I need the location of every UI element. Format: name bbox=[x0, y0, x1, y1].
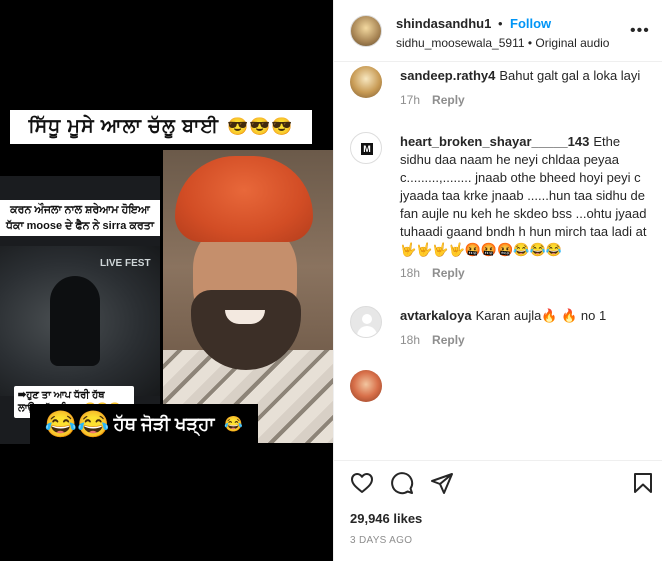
bookmark-icon[interactable] bbox=[631, 471, 655, 495]
author-avatar[interactable] bbox=[350, 15, 382, 47]
post-media[interactable]: ਸਿੱਧੂ ਮੂਸੇ ਆਲਾ ਚੱਲੂ ਬਾਈ 😎😎😎 ਕਰਨ ਔਜਲਾ ਨਾਲ… bbox=[0, 0, 333, 561]
comment-body: avtarkaloya Karan aujla🔥 🔥 no 1 bbox=[400, 307, 650, 325]
comment-body: sandeep.rathy4 Bahut galt gal a loka layi bbox=[400, 67, 650, 85]
follow-button[interactable]: Follow bbox=[510, 16, 551, 31]
post-actions: 29,946 likes 3 DAYS AGO bbox=[334, 460, 662, 561]
video-title-text: ਸਿੱਧੂ ਮੂਸੇ ਆਲਾ ਚੱਲੂ ਬਾਈ bbox=[28, 116, 220, 137]
post-side-panel: shindasandhu1 • Follow sidhu_moosewala_5… bbox=[333, 0, 662, 561]
avatar-letter-m: M bbox=[361, 143, 373, 155]
video-title-emoji: 😎😎😎 bbox=[227, 117, 294, 136]
reply-button[interactable]: Reply bbox=[432, 266, 465, 280]
commenter-avatar[interactable]: ♥ M bbox=[350, 132, 382, 164]
comment-meta: 17h Reply bbox=[400, 93, 465, 107]
more-options-icon[interactable]: ••• bbox=[630, 22, 649, 40]
post-header: shindasandhu1 • Follow sidhu_moosewala_5… bbox=[334, 0, 662, 62]
bottom-caption-emoji: 😂😂 bbox=[44, 408, 110, 439]
news-clip-text: ਕਰਨ ਔਜਲਾ ਨਾਲ ਸ਼ਰੇਆਮ ਹੋਇਆ ਧੱਕਾ moose ਦੇ ਫ… bbox=[0, 200, 160, 236]
commenter-avatar[interactable] bbox=[350, 66, 382, 98]
reply-button[interactable]: Reply bbox=[432, 93, 465, 107]
turban bbox=[175, 156, 313, 242]
commenter-username[interactable]: sandeep.rathy4 bbox=[400, 68, 495, 83]
comment-time: 18h bbox=[400, 266, 421, 280]
comment-text: Ethe sidhu daa naam he neyi chldaa peyaa… bbox=[400, 134, 647, 257]
author-username[interactable]: shindasandhu1 bbox=[396, 16, 491, 31]
comment-text: Karan aujla🔥 🔥 no 1 bbox=[475, 308, 607, 323]
comment-text: Bahut galt gal a loka layi bbox=[499, 68, 641, 83]
comment-icon[interactable] bbox=[390, 471, 414, 495]
video-title-overlay: ਸਿੱਧੂ ਮੂਸੇ ਆਲਾ ਚੱਲੂ ਬਾਈ 😎😎😎 bbox=[10, 110, 312, 144]
commenter-avatar[interactable] bbox=[350, 370, 382, 402]
video-frame: ਕਰਨ ਔਜਲਾ ਨਾਲ ਸ਼ਰੇਆਮ ਹੋਇਆ ਧੱਕਾ moose ਦੇ ਫ… bbox=[0, 150, 333, 444]
clip-person bbox=[50, 276, 100, 366]
comment-meta: 18h Reply bbox=[400, 333, 465, 347]
news-clip-scene: LIVE FEST bbox=[0, 246, 160, 396]
selfie-clip bbox=[163, 150, 333, 443]
commenter-username[interactable]: avtarkaloya bbox=[400, 308, 472, 323]
default-avatar-body bbox=[357, 326, 377, 337]
commenter-username[interactable]: heart_broken_shayar_____143 bbox=[400, 134, 589, 149]
post-timestamp[interactable]: 3 DAYS AGO bbox=[350, 535, 412, 546]
comment-time: 18h bbox=[400, 333, 421, 347]
reply-button[interactable]: Reply bbox=[432, 333, 465, 347]
header-separator: • bbox=[498, 16, 503, 31]
comment-meta: 18h Reply bbox=[400, 266, 465, 280]
share-icon[interactable] bbox=[430, 471, 454, 495]
audio-subtitle[interactable]: sidhu_moosewala_5911 • Original audio bbox=[396, 36, 609, 50]
comment-time: 17h bbox=[400, 93, 421, 107]
video-bottom-caption: 😂😂 ਹੱਥ ਜੋੜੀ ਖੜ੍ਹਾ 😂 bbox=[30, 404, 258, 444]
heart-icon[interactable] bbox=[350, 471, 374, 495]
likes-count[interactable]: 29,946 likes bbox=[350, 511, 422, 526]
commenter-avatar[interactable] bbox=[350, 306, 382, 338]
comment-body: heart_broken_shayar_____143 Ethe sidhu da… bbox=[400, 133, 650, 259]
clip-sign: LIVE FEST bbox=[100, 258, 151, 269]
default-avatar-head bbox=[362, 314, 372, 324]
bottom-caption-text: ਹੱਥ ਜੋੜੀ ਖੜ੍ਹਾ bbox=[113, 413, 215, 434]
comments-list[interactable]: sandeep.rathy4 Bahut galt gal a loka layi… bbox=[334, 62, 662, 460]
bottom-caption-emoji-end: 😂 bbox=[224, 416, 244, 433]
